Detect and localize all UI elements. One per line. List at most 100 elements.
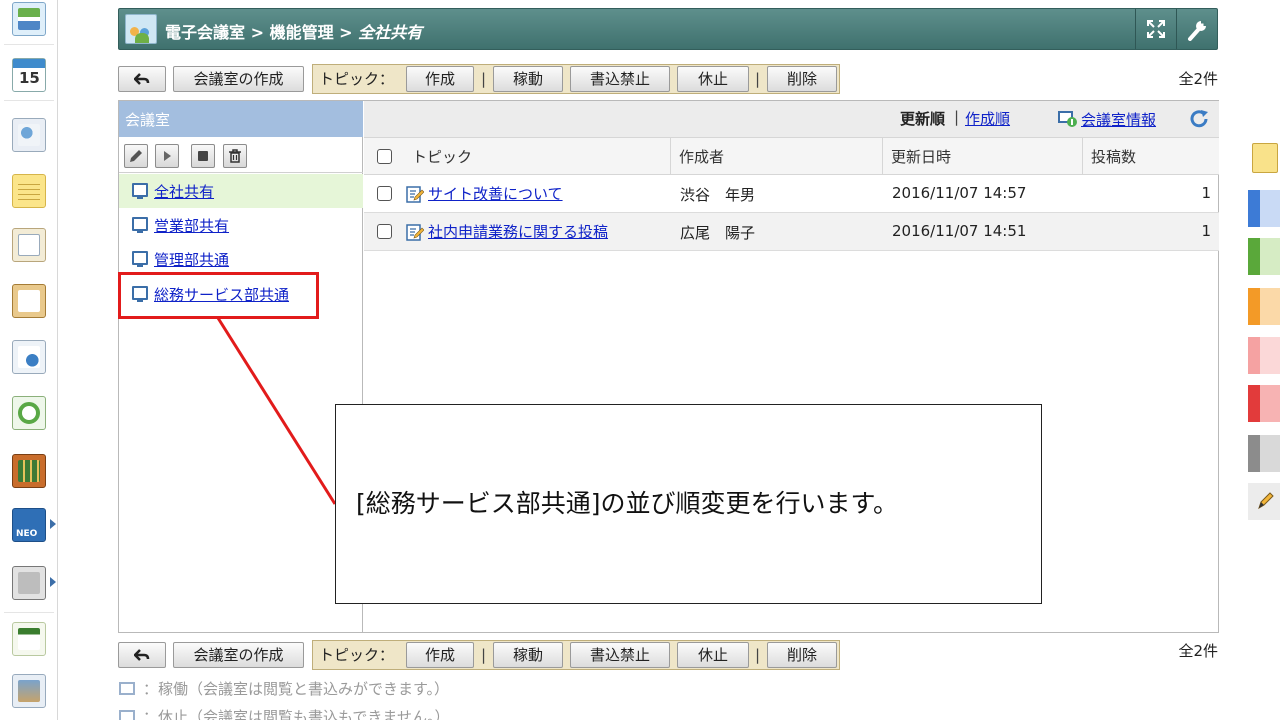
table-header: トピック 作成者 更新日時 投稿数 (364, 137, 1219, 175)
author: 渋谷 年男 (680, 186, 756, 204)
stop-room-button[interactable] (191, 144, 215, 168)
topic-suspend-button[interactable]: 休止 (677, 642, 749, 668)
top-toolbar: 会議室の作成 トピック： 作成 | 稼動 書込禁止 休止 | 削除 全2件 (118, 64, 1218, 96)
topic-suspend-button[interactable]: 休止 (677, 66, 749, 92)
topic-group-label: トピック： (319, 70, 395, 88)
pencil-icon[interactable] (1248, 483, 1280, 520)
room-label[interactable]: 管理部共通 (154, 249, 229, 270)
room-info-link[interactable]: 会議室情報 (1081, 109, 1156, 130)
memo-app-icon[interactable] (12, 174, 46, 208)
topic-link[interactable]: サイト改善について (428, 183, 563, 204)
neo-app-icon[interactable]: NEO (12, 508, 46, 542)
notes-icon[interactable] (1252, 143, 1278, 173)
color-tab-blue[interactable] (1248, 190, 1280, 227)
column-topic: トピック (364, 138, 664, 174)
color-tab-gray[interactable] (1248, 435, 1280, 472)
room-item-all-company[interactable]: 全社共有 (119, 174, 363, 208)
back-arrow-icon (133, 73, 150, 85)
topic-link[interactable]: 社内申請業務に関する投稿 (428, 221, 608, 242)
room-label[interactable]: 全社共有 (154, 181, 214, 202)
topic-group-label: トピック： (319, 646, 395, 664)
workflow-app-icon[interactable] (12, 396, 46, 430)
breadcrumb: 電子会議室 > 機能管理 > 全社共有 (165, 23, 423, 42)
back-button[interactable] (118, 642, 166, 668)
topic-create-button[interactable]: 作成 (406, 66, 474, 92)
sort-by-created-link[interactable]: 作成順 (965, 108, 1010, 129)
author: 広尾 陽子 (680, 224, 756, 242)
updated-datetime: 2016/11/07 14:57 (892, 184, 1027, 202)
clipboard-app-icon[interactable] (12, 284, 46, 318)
expand-icon (1147, 20, 1165, 38)
title-bar: 電子会議室 > 機能管理 > 全社共有 (118, 8, 1218, 50)
breadcrumb-current: 全社共有 (358, 23, 423, 42)
create-room-button[interactable]: 会議室の作成 (173, 642, 304, 668)
table-row[interactable]: サイト改善について 渋谷 年男 2016/11/07 14:57 1 (364, 175, 1219, 213)
topic-delete-button[interactable]: 削除 (767, 642, 837, 668)
room-tools (119, 137, 363, 173)
row-checkbox[interactable] (377, 186, 392, 201)
folder-app-icon[interactable] (12, 566, 46, 600)
expand-button[interactable] (1135, 9, 1175, 49)
room-monitor-icon (132, 217, 148, 233)
topic-edit-icon (406, 186, 424, 203)
meeting-app-icon[interactable] (12, 118, 46, 152)
color-tab-green[interactable] (1248, 238, 1280, 275)
delete-room-button[interactable] (223, 144, 247, 168)
create-room-button[interactable]: 会議室の作成 (173, 66, 304, 92)
column-author: 作成者 (670, 138, 882, 174)
room-info-icon[interactable] (1058, 110, 1078, 128)
bulletin-app-icon[interactable] (12, 228, 46, 262)
stop-icon (198, 151, 208, 161)
updated-datetime: 2016/11/07 14:51 (892, 222, 1027, 240)
expand-arrow-icon[interactable] (50, 519, 56, 529)
play-icon (164, 151, 171, 161)
portal-app-icon[interactable] (12, 674, 46, 708)
expand-arrow-icon[interactable] (50, 577, 56, 587)
edit-room-button[interactable] (124, 144, 148, 168)
select-all-checkbox[interactable] (377, 149, 392, 164)
conference-room-logo-icon (125, 14, 157, 44)
room-label[interactable]: 営業部共有 (154, 215, 229, 236)
calendar-app-icon[interactable]: 15 (12, 58, 46, 92)
cabinet-app-icon[interactable] (12, 454, 46, 488)
row-checkbox[interactable] (377, 224, 392, 239)
topic-create-button[interactable]: 作成 (406, 642, 474, 668)
breadcrumb-app: 電子会議室 (165, 23, 246, 42)
callout-text: [総務サービス部共通]の並び順変更を行います。 (356, 489, 899, 518)
room-item-sales[interactable]: 営業部共有 (119, 208, 363, 242)
topic-write-prohibit-button[interactable]: 書込禁止 (570, 66, 670, 92)
survey-app-icon[interactable] (12, 340, 46, 374)
refresh-icon[interactable] (1189, 109, 1211, 129)
color-tab-red[interactable] (1248, 385, 1280, 422)
trash-icon (229, 149, 241, 163)
breadcrumb-section: 機能管理 (269, 23, 334, 42)
activate-room-button[interactable] (155, 144, 179, 168)
column-posts: 投稿数 (1082, 138, 1219, 174)
room-monitor-icon (119, 710, 135, 720)
room-list-panel: 会議室 全社共有 営業部共有 管理部共通 総務サービス部共通 (119, 101, 363, 632)
color-tab-orange[interactable] (1248, 288, 1280, 325)
pencil-icon (130, 150, 142, 162)
topic-activate-button[interactable]: 稼動 (493, 66, 563, 92)
highlight-rectangle (118, 272, 319, 319)
post-count: 1 (1201, 184, 1211, 202)
room-panel-title: 会議室 (119, 101, 363, 137)
legend-active: ：稼働（会議室は閲覧と書込みができます。） (119, 678, 449, 699)
topic-action-group: トピック： 作成 | 稼動 書込禁止 休止 | 削除 (312, 640, 840, 670)
room-monitor-icon (119, 682, 135, 695)
namerumo-app-icon[interactable] (12, 622, 46, 656)
topic-delete-button[interactable]: 削除 (767, 66, 837, 92)
bottom-toolbar: 会議室の作成 トピック： 作成 | 稼動 書込禁止 休止 | 削除 全2件 (118, 640, 1218, 672)
topic-activate-button[interactable]: 稼動 (493, 642, 563, 668)
back-button[interactable] (118, 66, 166, 92)
room-item-admin[interactable]: 管理部共通 (119, 242, 363, 276)
right-side-strip (1244, 0, 1280, 720)
legend-suspended: ：休止（会議室は閲覧も書込もできません。） (119, 706, 449, 720)
table-row[interactable]: 社内申請業務に関する投稿 広尾 陽子 2016/11/07 14:51 1 (364, 213, 1219, 251)
topic-edit-icon (406, 224, 424, 241)
settings-button[interactable] (1176, 9, 1216, 49)
dashboard-app-icon[interactable] (12, 2, 46, 36)
topic-write-prohibit-button[interactable]: 書込禁止 (570, 642, 670, 668)
column-updated: 更新日時 (882, 138, 1082, 174)
color-tab-pink[interactable] (1248, 337, 1280, 374)
